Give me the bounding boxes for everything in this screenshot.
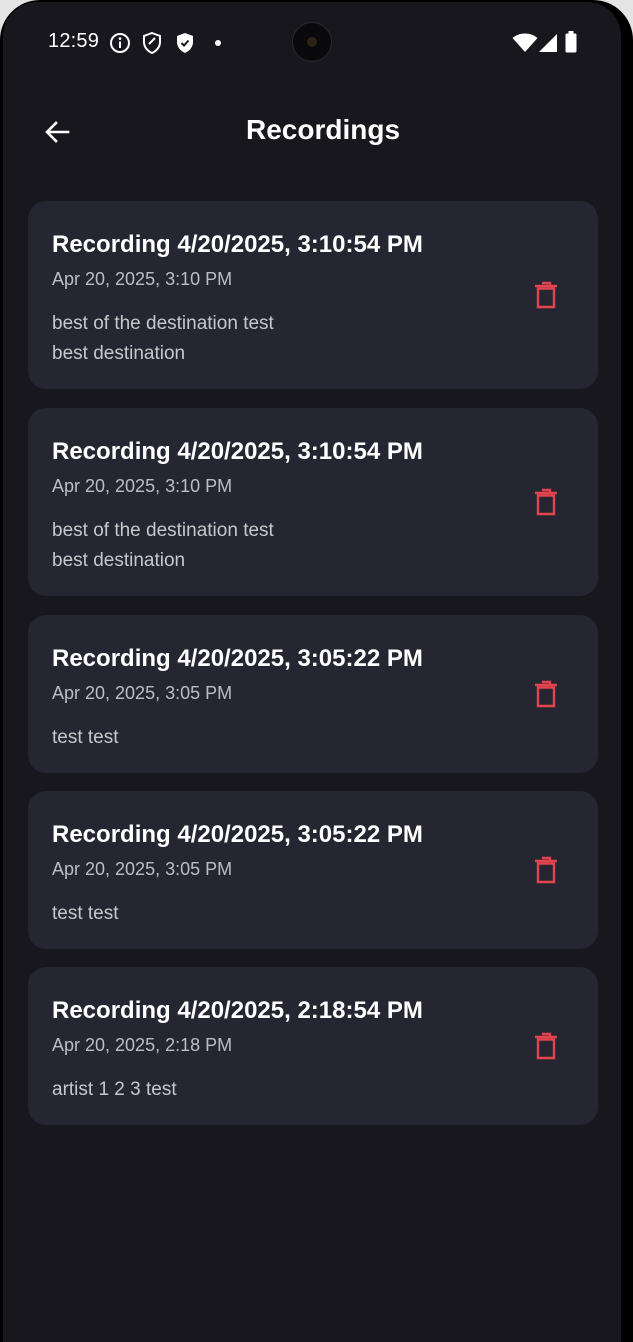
recording-card[interactable]: Recording 4/20/2025, 3:05:22 PM Apr 20, … <box>28 791 598 949</box>
recording-card[interactable]: Recording 4/20/2025, 2:18:54 PM Apr 20, … <box>28 967 598 1125</box>
delete-button[interactable] <box>526 674 566 714</box>
recording-card[interactable]: Recording 4/20/2025, 3:10:54 PM Apr 20, … <box>28 408 598 596</box>
info-icon <box>110 33 130 53</box>
battery-icon <box>565 31 577 53</box>
recording-date: Apr 20, 2025, 3:10 PM <box>52 269 233 289</box>
recording-date: Apr 20, 2025, 3:05 PM <box>52 683 233 703</box>
delete-button[interactable] <box>526 850 566 890</box>
recording-transcript: best of the destination test best destin… <box>52 313 274 364</box>
shield-check-icon <box>177 33 193 53</box>
recording-date: Apr 20, 2025, 3:05 PM <box>52 859 233 879</box>
recording-date: Apr 20, 2025, 2:18 PM <box>52 1035 233 1055</box>
delete-button[interactable] <box>526 482 566 522</box>
recording-title: Recording 4/20/2025, 3:10:54 PM <box>52 231 423 258</box>
device-frame: 12:59 Recordings Recording 4/20/2025, 3:… <box>0 0 633 1342</box>
recording-date: Apr 20, 2025, 3:10 PM <box>52 476 233 496</box>
delete-button[interactable] <box>526 1026 566 1066</box>
front-camera <box>292 22 332 62</box>
status-time: 12:59 <box>48 30 100 52</box>
recording-transcript: artist 1 2 3 test <box>52 1079 177 1100</box>
shield-icon <box>143 32 161 54</box>
wifi-icon <box>512 33 538 52</box>
app-bar: Recordings <box>3 92 621 172</box>
recording-card[interactable]: Recording 4/20/2025, 3:10:54 PM Apr 20, … <box>28 201 598 389</box>
dot-icon <box>215 40 221 46</box>
recording-transcript: best of the destination test best destin… <box>52 520 274 571</box>
recording-title: Recording 4/20/2025, 2:18:54 PM <box>52 997 423 1024</box>
trash-icon <box>535 1032 557 1060</box>
page-title: Recordings <box>245 114 401 145</box>
delete-button[interactable] <box>526 275 566 315</box>
app-screen: 12:59 Recordings Recording 4/20/2025, 3:… <box>3 2 621 1342</box>
status-bar: 12:59 <box>3 2 621 82</box>
signal-icon <box>539 34 557 52</box>
recording-title: Recording 4/20/2025, 3:05:22 PM <box>52 645 423 672</box>
recording-title: Recording 4/20/2025, 3:05:22 PM <box>52 821 423 848</box>
recording-card[interactable]: Recording 4/20/2025, 3:05:22 PM Apr 20, … <box>28 615 598 773</box>
recording-transcript: test test <box>52 727 119 748</box>
trash-icon <box>535 856 557 884</box>
recording-transcript: test test <box>52 903 119 924</box>
trash-icon <box>535 281 557 309</box>
trash-icon <box>535 488 557 516</box>
recording-title: Recording 4/20/2025, 3:10:54 PM <box>52 438 423 465</box>
trash-icon <box>535 680 557 708</box>
